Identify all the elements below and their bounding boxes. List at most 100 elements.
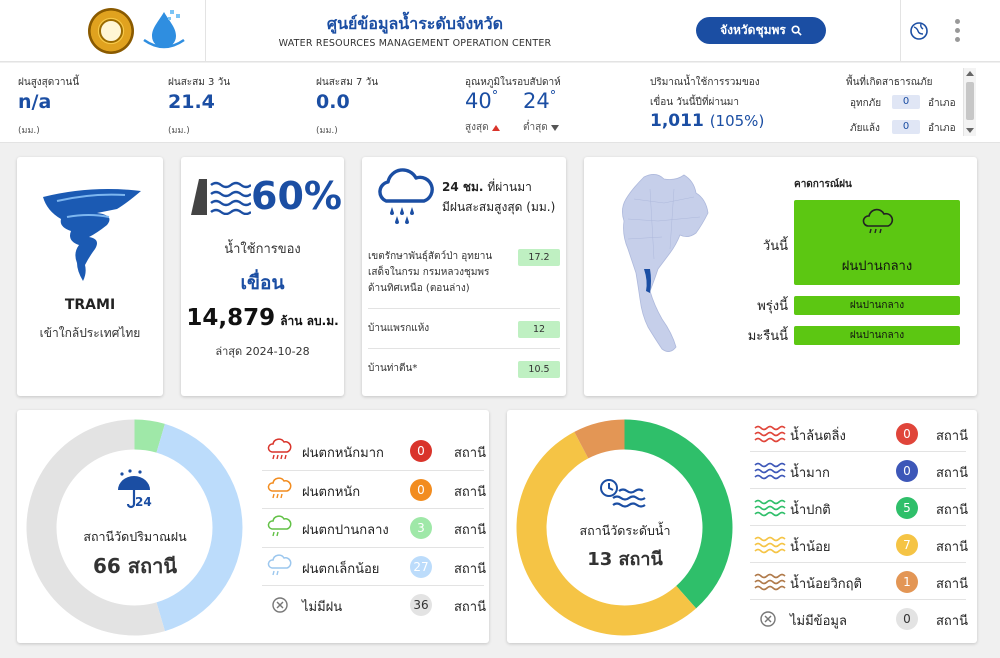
disaster-scrollbar[interactable] [963, 68, 976, 136]
low-wave-icon [754, 532, 786, 558]
water-stations-legend-unit: สถานี [936, 540, 968, 555]
forecast-tomorrow-value[interactable]: ฝนปานกลาง [794, 296, 960, 315]
more-menu-icon[interactable] [950, 17, 964, 45]
rain-3day-value: 21.4 [168, 91, 215, 113]
water-stations-legend-row[interactable]: น้ำน้อยวิกฤติ 1 สถานี [750, 563, 968, 600]
water-stations-legend-label: น้ำน้อย [790, 540, 831, 555]
water-stations-legend-label: ไม่มีข้อมูล [790, 614, 847, 629]
rain-today-unit: (มม.) [18, 126, 40, 136]
water-stations-legend-row[interactable]: ไม่มีข้อมูล 0 สถานี [750, 600, 968, 637]
drought-label: ภัยแล้ง [850, 123, 880, 134]
water-stations-legend-row[interactable]: น้ำล้นตลิ่ง 0 สถานี [750, 415, 968, 452]
water-stations-legend-label: น้ำมาก [790, 466, 830, 481]
rain-row[interactable]: บ้านแพรกแห้ง 12 [368, 309, 560, 349]
arrow-down-icon [550, 124, 559, 131]
dam-volume: 14,879 ล้าน ลบ.ม. [186, 305, 339, 331]
dam-line1: น้ำใช้การของ [224, 242, 301, 257]
water-stations-legend-count: 0 [896, 423, 918, 445]
moderate-rain-icon [266, 515, 294, 541]
water-stations-legend-row[interactable]: น้ำมาก 0 สถานี [750, 452, 968, 489]
forecast-day-after-value[interactable]: ฝนปานกลาง [794, 326, 960, 345]
rain-stations-legend-label: ฝนตกเล็กน้อย [302, 561, 380, 577]
rain-stations-total: 66 สถานี [92, 554, 177, 578]
water-stations-legend-label: น้ำน้อยวิกฤติ [790, 577, 862, 592]
drought-count: 0 [892, 120, 920, 134]
rain-stations-legend-count: 3 [410, 517, 432, 539]
rain-stations-legend: ฝนตกหนักมาก 0 สถานี ฝนตกหนัก 0 สถานีฝนตกปานกล… [262, 432, 486, 632]
water-stations-title: สถานีวัดระดับน้ำ [579, 523, 671, 538]
clock-wave-icon [600, 479, 646, 508]
drought-unit: อำเภอ [928, 123, 956, 134]
rain-24h-card[interactable]: 24 ชม. ที่ผ่านมา มีฝนสะสมสูงสุด (มม.) เข… [362, 157, 566, 396]
dam-storage-label2: เขื่อน วันนี้ปีที่ผ่านมา [650, 97, 740, 108]
header-divider [900, 0, 901, 62]
rain-7day-unit: (มม.) [316, 126, 338, 136]
rain-stations-legend-row[interactable]: ฝนตกปานกลาง 3 สถานี [262, 509, 486, 548]
dam-storage-value: 1,011 (105%) [650, 111, 765, 131]
storm-name: TRAMI [64, 297, 116, 313]
water-stations-legend-count: 7 [896, 534, 918, 556]
storm-card[interactable]: TRAMI เข้าใกล้ประเทศไทย [17, 157, 163, 396]
rain-stations-title: สถานีวัดปริมาณฝน [83, 529, 187, 544]
water-stations-legend-label: น้ำล้นตลิ่ง [790, 429, 846, 444]
rain-today-label: ฝนสูงสุดวานนี้ [18, 77, 80, 88]
search-icon [791, 25, 802, 36]
agency-seal-logo [88, 8, 134, 54]
rain-station-name: บ้านท่าตีน* [368, 363, 418, 374]
rain-stations-legend-label: ฝนตกหนัก [302, 484, 361, 500]
rain-stations-card[interactable]: 24 สถานีวัดปริมาณฝน 66 สถานี ฝนตกหนักมาก… [17, 410, 489, 643]
water-stations-total: 13 สถานี [587, 549, 663, 570]
rain-stations-legend-row[interactable]: ฝนตกหนักมาก 0 สถานี [262, 432, 486, 471]
rain-row[interactable]: บ้านท่าตีน* 10.5 [368, 349, 560, 389]
water-stations-card[interactable]: สถานีวัดระดับน้ำ 13 สถานี น้ำล้นตลิ่ง 0 สถ… [507, 410, 977, 643]
rain-stations-legend-label: ไม่มีฝน [302, 600, 343, 615]
forecast-day-after-label: มะรืนนี้ [747, 329, 788, 344]
header-divider [205, 0, 206, 62]
province-search-button[interactable]: จังหวัดชุมพร [696, 17, 826, 44]
heavy-rain-icon [266, 438, 294, 464]
rain-stations-legend-label: ฝนตกหนักมาก [302, 446, 384, 461]
arrow-up-icon [491, 124, 500, 131]
rain-stations-legend-row[interactable]: ฝนตกหนัก 0 สถานี [262, 471, 486, 509]
rain-stations-legend-count: 27 [410, 555, 432, 578]
umbrella-24-icon: 24 [118, 469, 152, 509]
rain-cloud-icon [378, 168, 434, 224]
water-stations-legend-row[interactable]: น้ำปกติ 5 สถานี [750, 489, 968, 526]
forecast-today[interactable]: ฝนปานกลาง [794, 200, 960, 285]
rain-7day-value: 0.0 [316, 91, 350, 113]
stats-strip: ฝนสูงสุดวานนี้ n/a (มม.) ฝนสะสม 3 วัน 21… [0, 63, 1000, 143]
page-subtitle: WATER RESOURCES MANAGEMENT OPERATION CEN… [278, 38, 552, 49]
dam-card[interactable]: 60% น้ำใช้การของ เขื่อน 14,879 ล้าน ลบ.ม… [181, 157, 344, 396]
water-stations-legend-unit: สถานี [936, 466, 968, 481]
temp-label: อุณหภูมิในรอบสัปดาห์ [465, 77, 561, 88]
water-stations-slice-2[interactable] [624, 419, 733, 609]
tornado-icon [43, 189, 141, 281]
thailand-map[interactable] [614, 169, 714, 369]
no-rain-icon [266, 592, 294, 618]
rain-station-name: เสด็จในกรม กรมหลวงชุมพร [368, 267, 490, 278]
rain-value: 17.2 [518, 249, 560, 266]
globe-icon[interactable] [909, 21, 929, 41]
dam-storage-label: ปริมาณน้ำใช้การรวมของ [650, 77, 760, 88]
rain-stations-legend-row[interactable]: ฝนตกเล็กน้อย 27 สถานี [262, 548, 486, 586]
forecast-today-value: ฝนปานกลาง [841, 259, 913, 274]
header: ศูนย์ข้อมูลน้ำระดับจังหวัด WATER RESOURC… [0, 0, 1000, 62]
storm-description: เข้าใกล้ประเทศไทย [39, 326, 141, 340]
water-stations-legend-row[interactable]: น้ำน้อย 7 สถานี [750, 526, 968, 563]
rain-forecast-card[interactable]: คาดการณ์ฝน วันนี้ ฝนปานกลาง พรุ่งนี้ ฝนป… [584, 157, 977, 396]
water-stations-legend-label: น้ำปกติ [790, 503, 831, 518]
forecast-tomorrow-label: พรุ่งนี้ [757, 299, 788, 314]
overflow-wave-icon [754, 421, 786, 447]
svg-text:24: 24 [135, 495, 152, 509]
rain-today-value: n/a [18, 91, 52, 113]
rain-24h-title: 24 ชม. ที่ผ่านมา มีฝนสะสมสูงสุด (มม.) [442, 180, 556, 214]
rain-stations-legend-unit: สถานี [454, 561, 486, 577]
rain-stations-legend-label: ฝนตกปานกลาง [302, 523, 389, 538]
flood-label: อุทกภัย [850, 98, 882, 109]
water-stations-legend-count: 1 [896, 571, 918, 593]
normal-wave-icon [754, 495, 786, 521]
page-title: ศูนย์ข้อมูลน้ำระดับจังหวัด [326, 14, 504, 33]
light-rain-icon [266, 553, 294, 580]
rain-stations-legend-row[interactable]: ไม่มีฝน 36 สถานี [262, 586, 486, 625]
rain-row[interactable]: เขตรักษาพันธุ์สัตว์ป่า อุทยาน เสด็จในกรม… [368, 245, 560, 309]
